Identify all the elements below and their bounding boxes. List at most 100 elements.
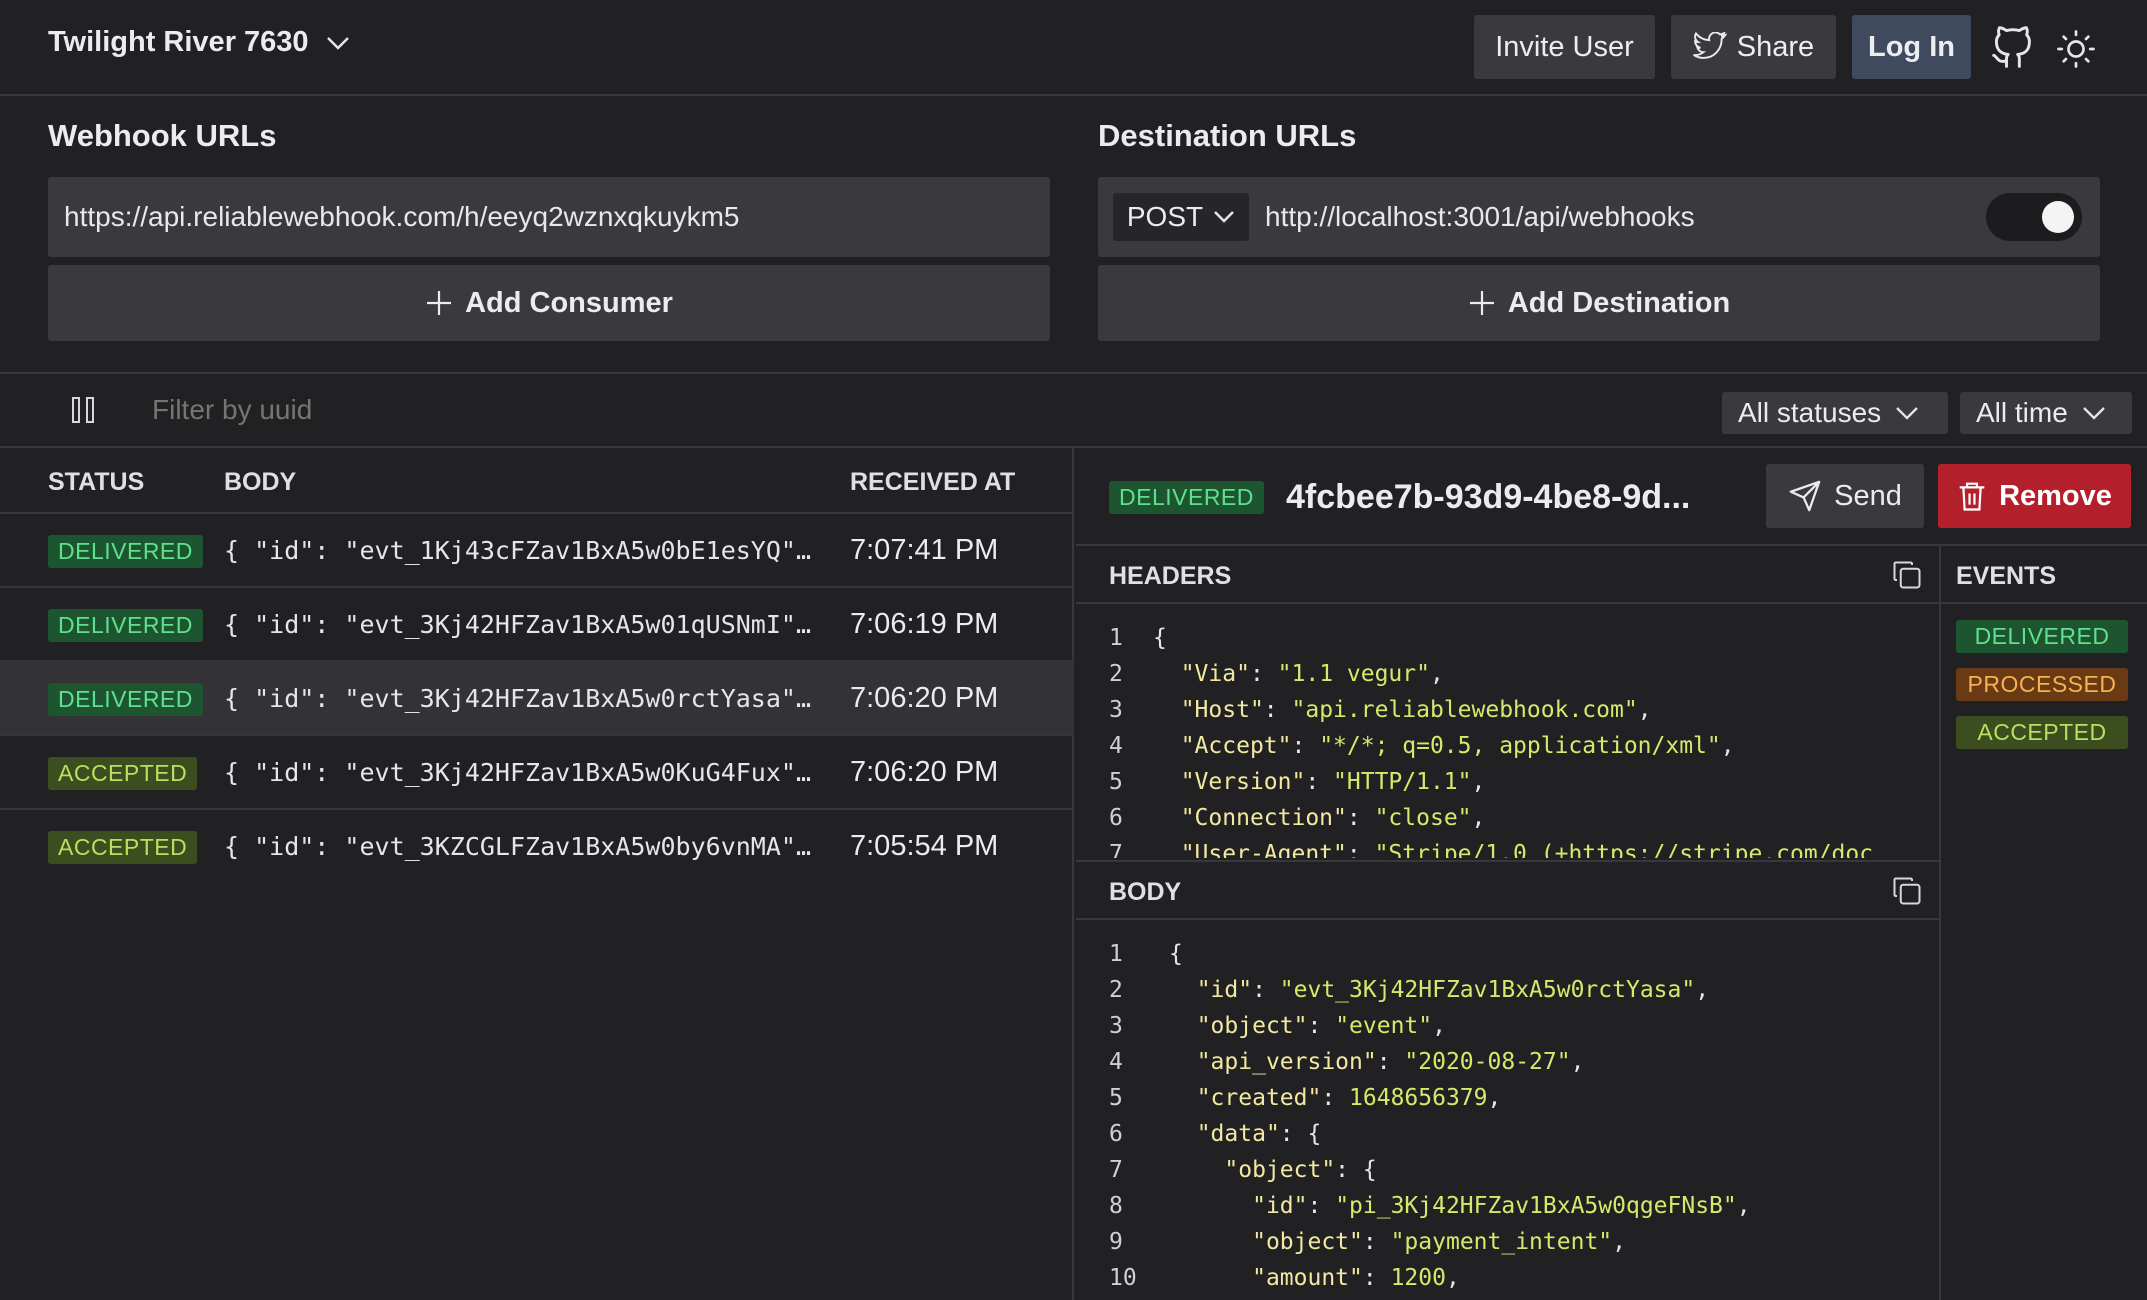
code-key: "Accept": [1180, 733, 1292, 759]
body-divider: [1076, 918, 1939, 920]
table-row[interactable]: DELIVERED { "id": "evt_3Kj42HFZav1BxA5w0…: [0, 588, 1074, 662]
status-badge: ACCEPTED: [48, 831, 198, 864]
code-value: "HTTP/1.1": [1333, 769, 1472, 795]
status-badge: DELIVERED: [48, 683, 203, 716]
project-selector[interactable]: Twilight River 7630: [48, 26, 351, 59]
send-label: Send: [1834, 479, 1902, 512]
detail-header: DELIVERED 4fcbee7b-93d9-4be8-9d... Send …: [1076, 448, 2147, 546]
status-badge: DELIVERED: [48, 609, 203, 642]
destination-enabled-toggle[interactable]: [1986, 193, 2082, 241]
pane-divider: [1076, 860, 1939, 862]
code-brace: {: [1362, 1157, 1377, 1183]
table-row-selected[interactable]: DELIVERED { "id": "evt_3Kj42HFZav1BxA5w0…: [0, 662, 1074, 736]
code-line: 9 "object": "payment_intent",: [1109, 1224, 1909, 1260]
remove-label: Remove: [1999, 479, 2112, 512]
theme-toggle-icon[interactable]: [2056, 29, 2096, 69]
code-value: "Stripe/1.0 (+https://stripe.com/doc: [1374, 841, 1874, 858]
table-row[interactable]: ACCEPTED { "id": "evt_3KZCGLFZav1BxA5w0b…: [0, 810, 1074, 884]
code-value: 1648656379: [1349, 1085, 1488, 1111]
send-button[interactable]: Send: [1766, 464, 1924, 528]
copy-icon[interactable]: [1892, 876, 1922, 906]
events-header-divider: [1941, 602, 2147, 604]
add-consumer-button[interactable]: Add Consumer: [48, 265, 1050, 341]
code-key: "Via": [1180, 661, 1250, 687]
send-icon: [1789, 480, 1821, 512]
body-code: 1{ 2 "id": "evt_3Kj42HFZav1BxA5w0rctYasa…: [1109, 936, 1909, 1300]
chevron-down-icon: [1896, 407, 1918, 420]
add-destination-button[interactable]: Add Destination: [1098, 265, 2100, 341]
time-filter-dropdown[interactable]: All time: [1960, 392, 2132, 434]
row-body: { "id": "evt_1Kj43cFZav1BxA5w0bE1esYQ",…: [224, 536, 820, 565]
plus-icon: [1469, 291, 1494, 315]
filter-uuid-input[interactable]: [152, 394, 652, 426]
code-key: "Version": [1180, 769, 1306, 795]
status-filter-dropdown[interactable]: All statuses: [1722, 392, 1948, 434]
code-value: "payment_intent": [1390, 1229, 1613, 1255]
invite-user-button[interactable]: Invite User: [1474, 15, 1655, 79]
row-body: { "id": "evt_3Kj42HFZav1BxA5w01qUSNmI",…: [224, 610, 820, 639]
webhook-url-field[interactable]: https://api.reliablewebhook.com/h/eeyq2w…: [48, 177, 1050, 257]
section-divider: [0, 372, 2147, 374]
code-value: "close": [1374, 805, 1472, 831]
body-title: BODY: [1109, 878, 1182, 906]
table-row[interactable]: DELIVERED { "id": "evt_1Kj43cFZav1BxA5w0…: [0, 514, 1074, 588]
table-row[interactable]: ACCEPTED { "id": "evt_3Kj42HFZav1BxA5w0K…: [0, 736, 1074, 810]
column-body: BODY: [224, 468, 297, 496]
code-text: {: [1153, 625, 1167, 651]
plus-icon: [427, 291, 452, 315]
share-label: Share: [1736, 30, 1815, 63]
events-title: EVENTS: [1956, 562, 2057, 590]
code-line: 1{: [1109, 936, 1909, 972]
remove-button[interactable]: Remove: [1938, 464, 2131, 528]
line-number: 4: [1109, 733, 1123, 759]
code-value: 1200: [1390, 1265, 1446, 1291]
method-select[interactable]: POST: [1113, 193, 1249, 241]
row-body: { "id": "evt_3Kj42HFZav1BxA5w0KuG4Fux",…: [224, 758, 820, 787]
request-detail-panel: DELIVERED 4fcbee7b-93d9-4be8-9d... Send …: [1076, 448, 2147, 1300]
code-key: "object": [1252, 1229, 1363, 1255]
code-line: 7 "object": {: [1109, 1152, 1909, 1188]
toggle-knob: [2042, 201, 2074, 233]
code-key: "object": [1224, 1157, 1336, 1183]
detail-status-badge: DELIVERED: [1109, 481, 1264, 514]
code-line: 7 "User-Agent": "Stripe/1.0 (+https://st…: [1109, 836, 1909, 858]
time-filter-value: All time: [1976, 397, 2068, 428]
code-line: 6 "data": {: [1109, 1116, 1909, 1152]
github-icon[interactable]: [1990, 26, 2034, 70]
code-value: "1.1 vegur": [1277, 661, 1430, 687]
top-bar: Twilight River 7630 Invite User Share Lo…: [0, 0, 2147, 96]
code-key: "User-Agent": [1180, 841, 1347, 858]
headers-title: HEADERS: [1109, 562, 1232, 590]
login-label: Log In: [1868, 30, 1955, 63]
line-number: 4: [1109, 1049, 1123, 1075]
status-badge: ACCEPTED: [48, 757, 198, 790]
code-line: 3 "object": "event",: [1109, 1008, 1909, 1044]
webhook-url-text: https://api.reliablewebhook.com/h/eeyq2w…: [64, 201, 740, 232]
destination-url-row: POST http://localhost:3001/api/webhooks: [1098, 177, 2100, 257]
code-key: "created": [1196, 1085, 1322, 1111]
row-body: { "id": "evt_3KZCGLFZav1BxA5w0by6vnMA",…: [224, 832, 820, 861]
line-number: 10: [1109, 1265, 1137, 1291]
add-consumer-label: Add Consumer: [465, 286, 673, 319]
row-time: 7:07:41 PM: [850, 534, 999, 566]
code-line: 10 "amount": 1200,: [1109, 1260, 1909, 1296]
destination-urls-title: Destination URLs: [1098, 118, 1357, 153]
code-line: 5 "created": 1648656379,: [1109, 1080, 1909, 1116]
pause-icon[interactable]: [72, 397, 94, 423]
code-key: "id": [1196, 977, 1253, 1003]
events-divider: [1939, 546, 1941, 1300]
login-button[interactable]: Log In: [1852, 15, 1971, 79]
code-value: "event": [1335, 1013, 1433, 1039]
twitter-icon: [1692, 32, 1727, 59]
destination-url-text[interactable]: http://localhost:3001/api/webhooks: [1265, 201, 1695, 233]
line-number: 3: [1109, 1013, 1123, 1039]
line-number: 2: [1109, 661, 1123, 687]
code-line: 2 "Via": "1.1 vegur",: [1109, 656, 1909, 692]
share-button[interactable]: Share: [1671, 15, 1836, 79]
status-badge: DELIVERED: [48, 535, 203, 568]
chevron-down-icon: [326, 36, 349, 50]
chevron-down-icon: [1214, 211, 1234, 223]
copy-icon[interactable]: [1892, 560, 1922, 590]
code-line: 3 "Host": "api.reliablewebhook.com",: [1109, 692, 1909, 728]
row-time: 7:06:20 PM: [850, 756, 999, 788]
